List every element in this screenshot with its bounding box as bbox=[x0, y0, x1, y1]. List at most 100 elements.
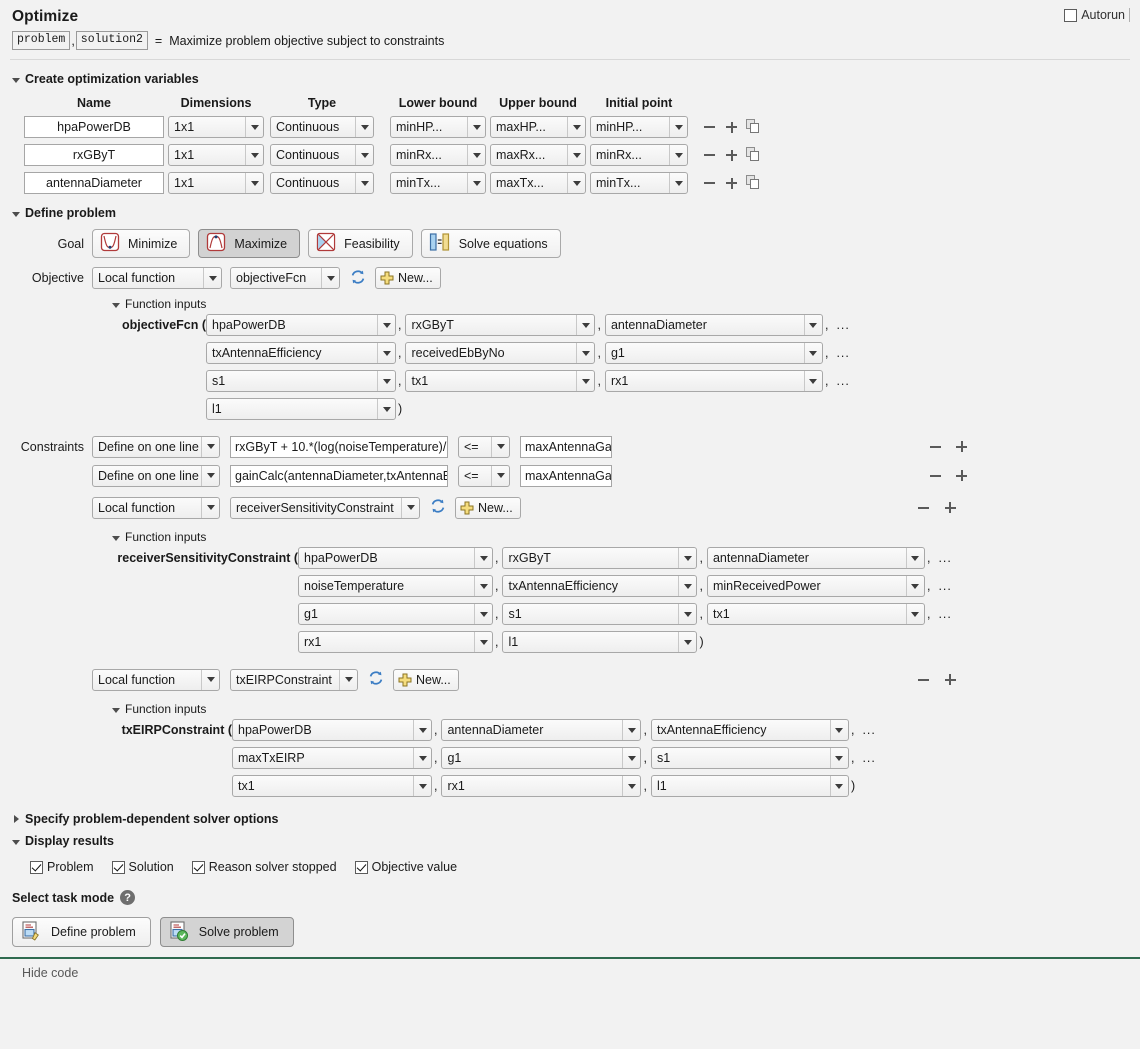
refresh-icon[interactable] bbox=[368, 670, 384, 689]
function-argument-select[interactable]: minReceivedPower bbox=[706, 575, 925, 597]
add-row-button[interactable] bbox=[943, 671, 957, 689]
variable-initial-point-select[interactable]: minRx... bbox=[590, 144, 688, 166]
variable-lower-bound-select[interactable]: minTx... bbox=[390, 172, 486, 194]
checkbox[interactable] bbox=[191, 860, 205, 874]
new-objective-function-button[interactable]: New... bbox=[375, 267, 441, 289]
variable-initial-point-select[interactable]: minHP... bbox=[590, 116, 688, 138]
function-argument-select[interactable]: txAntennaEfficiency bbox=[502, 575, 698, 597]
refresh-icon[interactable] bbox=[430, 498, 446, 517]
function-argument-select[interactable]: s1 bbox=[206, 370, 396, 392]
variable-lower-bound-select[interactable]: minRx... bbox=[390, 144, 486, 166]
variable-dimensions-select[interactable]: 1x1 bbox=[168, 116, 264, 138]
remove-row-button[interactable] bbox=[702, 118, 716, 136]
display-result-checkbox-item[interactable]: Reason solver stopped bbox=[191, 860, 337, 874]
constraint-rhs-input[interactable]: maxAntennaGai bbox=[520, 435, 612, 458]
function-argument-select[interactable]: rx1 bbox=[604, 370, 823, 392]
constraint-mode-select[interactable]: Define on one line bbox=[92, 464, 220, 487]
checkbox[interactable] bbox=[354, 860, 368, 874]
function-argument-select[interactable]: g1 bbox=[298, 603, 493, 625]
function-argument-select[interactable]: rx1 bbox=[441, 775, 642, 797]
variable-dimensions-select[interactable]: 1x1 bbox=[168, 144, 264, 166]
autorun-checkbox[interactable] bbox=[1064, 8, 1078, 22]
variable-initial-point-select[interactable]: minTx... bbox=[590, 172, 688, 194]
goal-button-solve-equations[interactable]: Solve equations bbox=[420, 229, 561, 258]
new-function-button[interactable]: New... bbox=[393, 668, 459, 691]
function-argument-select[interactable]: rx1 bbox=[298, 631, 493, 653]
checkbox[interactable] bbox=[111, 860, 125, 874]
constraint-source-select[interactable]: Local function bbox=[92, 668, 220, 691]
objective-source-select[interactable]: Local function bbox=[92, 267, 222, 289]
add-row-button[interactable] bbox=[954, 467, 968, 485]
solver-options-header[interactable]: Specify problem-dependent solver options bbox=[0, 812, 1140, 826]
add-row-button[interactable] bbox=[954, 438, 968, 456]
objective-function-select[interactable]: objectiveFcn bbox=[230, 267, 340, 289]
function-argument-select[interactable]: hpaPowerDB bbox=[206, 314, 396, 336]
constraint-operator-select[interactable]: <= bbox=[458, 435, 510, 458]
add-row-button[interactable] bbox=[724, 118, 738, 136]
autorun-control[interactable]: Autorun bbox=[1064, 8, 1130, 22]
define-problem-button[interactable]: Define problem bbox=[12, 917, 151, 947]
function-argument-select[interactable]: g1 bbox=[441, 747, 642, 769]
chevron-right-icon[interactable] bbox=[14, 815, 19, 823]
variable-upper-bound-select[interactable]: maxTx... bbox=[490, 172, 586, 194]
function-argument-select[interactable]: tx1 bbox=[405, 370, 596, 392]
variable-lower-bound-select[interactable]: minHP... bbox=[390, 116, 486, 138]
chevron-down-icon[interactable] bbox=[112, 535, 120, 541]
goal-button-minimize[interactable]: Minimize bbox=[92, 229, 191, 258]
function-argument-select[interactable]: tx1 bbox=[706, 603, 925, 625]
function-argument-select[interactable]: txAntennaEfficiency bbox=[650, 719, 849, 741]
refresh-icon[interactable] bbox=[350, 269, 366, 288]
constraint-function-inputs-header[interactable]: Function inputs bbox=[0, 694, 1140, 716]
chevron-down-icon[interactable] bbox=[12, 77, 20, 83]
remove-row-button[interactable] bbox=[702, 146, 716, 164]
constraint-operator-select[interactable]: <= bbox=[458, 464, 510, 487]
goal-button-feasibility[interactable]: Feasibility bbox=[308, 229, 413, 258]
variable-type-select[interactable]: Continuous bbox=[270, 172, 374, 194]
variable-type-select[interactable]: Continuous bbox=[270, 144, 374, 166]
hide-code-link[interactable]: Hide code bbox=[0, 959, 1140, 980]
display-result-checkbox-item[interactable]: Problem bbox=[30, 860, 94, 874]
constraint-rhs-input[interactable]: maxAntennaGai bbox=[520, 464, 612, 487]
function-argument-select[interactable]: hpaPowerDB bbox=[298, 547, 493, 569]
function-argument-select[interactable]: l1 bbox=[206, 398, 396, 420]
solve-problem-button[interactable]: Solve problem bbox=[159, 917, 294, 947]
output-var-solution[interactable]: solution2 bbox=[75, 31, 148, 50]
remove-row-button[interactable] bbox=[928, 438, 942, 456]
remove-row-button[interactable] bbox=[702, 174, 716, 192]
define-problem-header[interactable]: Define problem bbox=[0, 206, 1140, 220]
function-argument-select[interactable]: antennaDiameter bbox=[706, 547, 925, 569]
create-variables-header[interactable]: Create optimization variables bbox=[0, 72, 1140, 86]
display-result-checkbox-item[interactable]: Solution bbox=[111, 860, 174, 874]
add-row-button[interactable] bbox=[724, 146, 738, 164]
add-row-button[interactable] bbox=[943, 499, 957, 517]
objective-function-inputs-header[interactable]: Function inputs bbox=[0, 297, 1140, 311]
duplicate-row-icon[interactable] bbox=[746, 175, 761, 191]
remove-row-button[interactable] bbox=[928, 467, 942, 485]
constraint-expression-input[interactable]: rxGByT + 10.*(log(noiseTemperature)/lo bbox=[230, 435, 448, 458]
function-argument-select[interactable]: antennaDiameter bbox=[441, 719, 642, 741]
constraint-source-select[interactable]: Local function bbox=[92, 496, 220, 519]
variable-upper-bound-select[interactable]: maxRx... bbox=[490, 144, 586, 166]
variable-name-input[interactable]: hpaPowerDB bbox=[24, 116, 164, 138]
help-icon[interactable]: ? bbox=[120, 890, 136, 905]
function-argument-select[interactable]: s1 bbox=[502, 603, 698, 625]
function-argument-select[interactable]: receivedEbByNo bbox=[405, 342, 596, 364]
function-argument-select[interactable]: txAntennaEfficiency bbox=[206, 342, 396, 364]
duplicate-row-icon[interactable] bbox=[746, 147, 761, 163]
constraint-function-select[interactable]: txEIRPConstraint bbox=[230, 668, 358, 691]
remove-row-button[interactable] bbox=[917, 671, 931, 689]
checkbox[interactable] bbox=[30, 860, 43, 874]
variable-name-input[interactable]: rxGByT bbox=[24, 144, 164, 166]
variable-name-input[interactable]: antennaDiameter bbox=[24, 172, 164, 194]
output-var-problem[interactable]: problem bbox=[12, 31, 71, 50]
function-argument-select[interactable]: rxGByT bbox=[502, 547, 698, 569]
function-argument-select[interactable]: l1 bbox=[502, 631, 698, 653]
function-argument-select[interactable]: tx1 bbox=[232, 775, 432, 797]
remove-row-button[interactable] bbox=[917, 499, 931, 517]
constraint-function-select[interactable]: receiverSensitivityConstraint bbox=[230, 496, 420, 519]
chevron-down-icon[interactable] bbox=[12, 839, 20, 845]
function-argument-select[interactable]: noiseTemperature bbox=[298, 575, 493, 597]
new-function-button[interactable]: New... bbox=[455, 496, 521, 519]
function-argument-select[interactable]: s1 bbox=[650, 747, 849, 769]
constraint-mode-select[interactable]: Define on one line bbox=[92, 435, 220, 458]
